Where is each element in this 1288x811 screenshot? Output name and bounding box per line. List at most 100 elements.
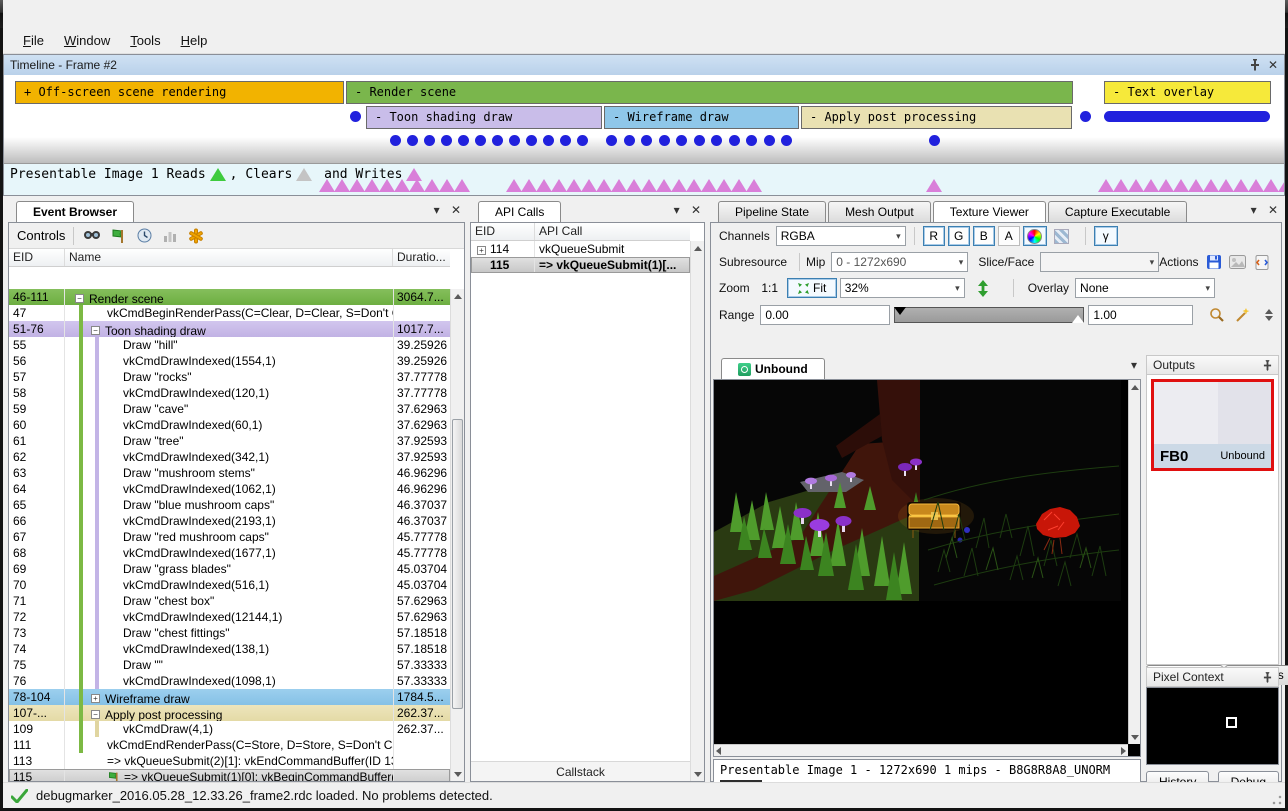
timeline-event-dot[interactable] <box>729 135 740 146</box>
timeline-event-dot[interactable] <box>606 135 617 146</box>
write-triangle-icon[interactable] <box>409 179 425 192</box>
write-triangle-icon[interactable] <box>581 179 597 192</box>
time-draws-icon[interactable] <box>134 227 154 245</box>
col-eid[interactable]: EID <box>471 223 535 240</box>
event-row[interactable]: 51-76−Toon shading draw1017.7... <box>9 321 450 337</box>
event-row[interactable]: 73Draw "chest fittings"57.18518 <box>9 625 450 641</box>
timeline-bar-apply-post-processing[interactable]: - Apply post processing <box>801 106 1072 129</box>
scroll-down-icon[interactable] <box>451 767 464 781</box>
dropdown-icon[interactable]: ▾ <box>434 203 440 217</box>
search-icon[interactable] <box>82 227 102 245</box>
write-triangle-icon[interactable] <box>701 179 717 192</box>
expand-icon[interactable]: + <box>91 694 100 703</box>
zoom-1to1-button[interactable]: 1:1 <box>756 278 784 298</box>
dropdown-icon[interactable]: ▾ <box>674 203 680 217</box>
timeline-event-dot[interactable] <box>441 135 452 146</box>
write-triangle-icon[interactable] <box>746 179 762 192</box>
timeline-event-dot[interactable] <box>929 135 940 146</box>
close-icon[interactable]: ✕ <box>1268 58 1278 72</box>
event-row[interactable]: 75Draw ""57.33333 <box>9 657 450 673</box>
open-docs-icon[interactable] <box>1253 253 1271 271</box>
scroll-right-icon[interactable] <box>1121 747 1126 755</box>
menu-help[interactable]: Help <box>171 30 218 51</box>
write-triangle-icon[interactable] <box>1278 179 1284 192</box>
timeline-event-dot[interactable] <box>526 135 537 146</box>
timeline-event-dot[interactable] <box>543 135 554 146</box>
close-icon[interactable]: ✕ <box>691 203 701 217</box>
write-triangle-icon[interactable] <box>454 179 470 192</box>
timeline-bar-off-screen-scene-rendering[interactable]: + Off-screen scene rendering <box>15 81 344 104</box>
resize-grip[interactable] <box>1271 794 1283 806</box>
tab-mesh-output[interactable]: Mesh Output <box>828 201 931 222</box>
write-triangle-icon[interactable] <box>394 179 410 192</box>
api-call-row[interactable]: 115=> vkQueueSubmit(1)[... <box>471 257 690 273</box>
event-row[interactable]: 67Draw "red mushroom caps"45.77778 <box>9 529 450 545</box>
write-triangle-icon[interactable] <box>1098 179 1114 192</box>
event-browser-scrollbar[interactable] <box>450 289 464 781</box>
write-triangle-icon[interactable] <box>626 179 642 192</box>
event-row[interactable]: 62vkCmdDrawIndexed(342,1)37.92593 <box>9 449 450 465</box>
zoom-select[interactable]: 32% ▾ <box>840 278 965 298</box>
channel-g-button[interactable]: G <box>948 226 970 246</box>
mip-select[interactable]: 0 - 1272x690 ▾ <box>831 252 968 272</box>
timeline-event-dot[interactable] <box>764 135 775 146</box>
channel-b-button[interactable]: B <box>973 226 995 246</box>
timeline-event-dot[interactable] <box>694 135 705 146</box>
api-call-row[interactable]: +114vkQueueSubmit <box>471 241 690 257</box>
api-table-header[interactable]: EID API Call <box>471 223 690 241</box>
event-row[interactable]: 68vkCmdDrawIndexed(1677,1)45.77778 <box>9 545 450 561</box>
write-triangle-icon[interactable] <box>1263 179 1279 192</box>
event-row[interactable]: 115=> vkQueueSubmit(1)[0]: vkBeginComman… <box>9 769 450 781</box>
texture-vscrollbar[interactable] <box>1128 380 1140 744</box>
write-triangle-icon[interactable] <box>424 179 440 192</box>
fit-button[interactable]: Fit <box>787 278 837 298</box>
event-row[interactable]: 55Draw "hill"39.25926 <box>9 337 450 353</box>
timeline-event-dot[interactable] <box>424 135 435 146</box>
event-row[interactable]: 71Draw "chest box"57.62963 <box>9 593 450 609</box>
timeline-bar-wireframe-draw[interactable]: - Wireframe draw <box>604 106 799 129</box>
scrollbar-thumb[interactable] <box>452 419 463 709</box>
event-row[interactable]: 70vkCmdDrawIndexed(516,1)45.03704 <box>9 577 450 593</box>
pin-icon[interactable] <box>1263 360 1272 371</box>
tab-unbound-texture[interactable]: Unbound <box>721 358 825 379</box>
event-row[interactable]: 107-...−Apply post processing262.37... <box>9 705 450 721</box>
timeline-event-dot[interactable] <box>560 135 571 146</box>
timeline-event-dot[interactable] <box>509 135 520 146</box>
write-triangle-icon[interactable] <box>349 179 365 192</box>
api-calls-scrollbar[interactable] <box>690 241 704 781</box>
event-table-header[interactable]: EID Name Duratio... <box>9 249 450 267</box>
event-row[interactable]: 78-104+Wireframe draw1784.5... <box>9 689 450 705</box>
timeline-event-dot[interactable] <box>1080 111 1091 122</box>
range-black-handle[interactable] <box>894 307 906 315</box>
collapse-icon[interactable]: − <box>91 710 100 719</box>
write-triangle-icon[interactable] <box>536 179 552 192</box>
write-triangle-icon[interactable] <box>716 179 732 192</box>
timeline-event-dot[interactable] <box>781 135 792 146</box>
write-triangle-icon[interactable] <box>641 179 657 192</box>
event-row[interactable]: 46-111−Render scene3064.7... <box>9 289 450 305</box>
write-triangle-icon[interactable] <box>566 179 582 192</box>
write-triangle-icon[interactable] <box>1173 179 1189 192</box>
write-triangle-icon[interactable] <box>1218 179 1234 192</box>
scroll-down-icon[interactable] <box>691 767 704 781</box>
write-triangle-icon[interactable] <box>1158 179 1174 192</box>
write-triangle-icon[interactable] <box>1128 179 1144 192</box>
tab-capture-executable[interactable]: Capture Executable <box>1048 201 1187 222</box>
write-triangle-icon[interactable] <box>506 179 522 192</box>
channel-r-button[interactable]: R <box>923 226 945 246</box>
col-eid[interactable]: EID <box>9 249 65 266</box>
collapse-icon[interactable]: − <box>75 294 84 303</box>
col-name[interactable]: Name <box>65 249 393 266</box>
write-triangle-icon[interactable] <box>334 179 350 192</box>
timeline-event-dot[interactable] <box>390 135 401 146</box>
event-row[interactable]: 60vkCmdDrawIndexed(60,1)37.62963 <box>9 417 450 433</box>
event-row[interactable]: 113=> vkQueueSubmit(2)[1]: vkEndCommandB… <box>9 753 450 769</box>
timeline-event-dot[interactable] <box>676 135 687 146</box>
texture-image[interactable] <box>714 380 1121 601</box>
event-row[interactable]: 56vkCmdDrawIndexed(1554,1)39.25926 <box>9 353 450 369</box>
scroll-up-icon[interactable] <box>451 289 464 303</box>
write-triangle-icon[interactable] <box>926 179 942 192</box>
menu-file[interactable]: File <box>13 30 54 51</box>
col-api-call[interactable]: API Call <box>535 223 690 240</box>
write-triangle-icon[interactable] <box>521 179 537 192</box>
